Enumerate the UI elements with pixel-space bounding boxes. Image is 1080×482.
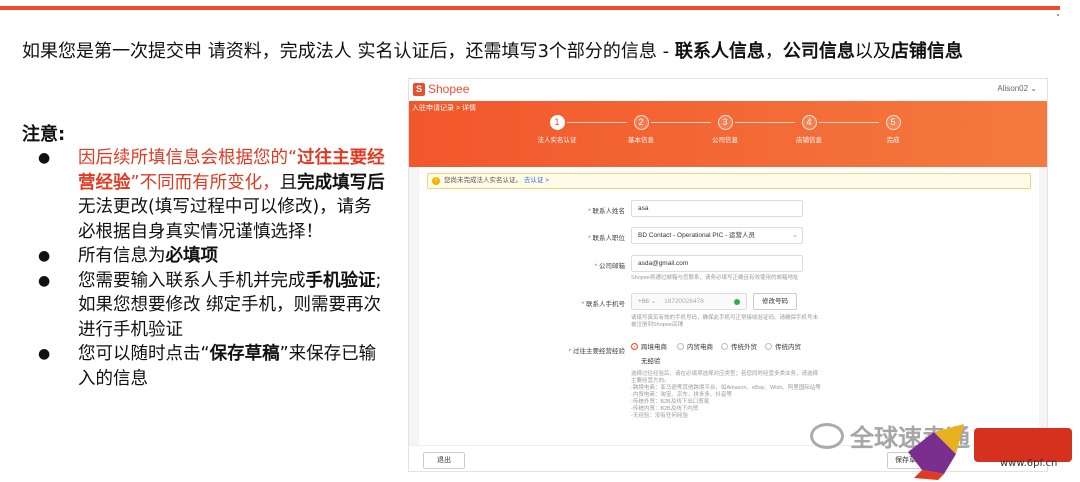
shopee-bag-icon: S [413,82,425,96]
desc-line: -跨境电商：亚马逊等其他跨境平台，如Amazon、eBay、Wish、阿里国际站… [631,385,821,391]
radio-no-experience[interactable]: 无经验 [631,355,661,365]
user-menu[interactable]: Alison02 ⌄ [997,84,1037,93]
note4-text: 您可以随时点击“ [78,344,210,364]
company-email-input[interactable]: asda@gmail.com [631,255,803,272]
stepper: 1 法人实名认证 2 基本信息 3 公司信息 4 店铺信息 5 完成 [527,115,901,155]
desc-line: -传统外贸：B2B及线下出口贸易 [631,399,710,405]
chevron-down-icon: ⌄ [792,232,798,239]
verification-warning: ! 您尚未完成法人实名认证。 去认证 > [427,173,1031,189]
desc-line: -内贸电商：淘宝、京东、拼多多、抖音等 [631,392,732,398]
headline-sep: ， [764,41,783,62]
note4-emphasis: 保存草稿 [209,344,280,364]
step-number: 5 [885,115,901,130]
note-item-4: ● 您可以随时点击“保存草稿”来保存已输入的信息 [36,342,386,391]
contact-position-label: * 联系人职位 [588,235,625,242]
notes-title: 注意: [22,124,66,145]
note1-text-2: ”不同而有所变化， [130,172,280,193]
warning-icon: ! [432,177,440,185]
step-2: 2 基本信息 [611,115,671,144]
phone-input[interactable]: +86 ⌄ 18720026478 [631,293,747,310]
step-3: 3 公司信息 [695,115,755,144]
shopee-header: S Shopee Alison02 ⌄ [409,79,1047,101]
warning-text: 您尚未完成法人实名认证。 [444,177,522,184]
page-headline: 如果您是第一次提交申 请资料，完成法人 实名认证后，还需填写3个部分的信息 - … [22,38,1062,65]
step-label: 店铺信息 [796,137,822,144]
step-number: 2 [633,115,649,130]
step-number: 4 [801,115,817,130]
corner-mark [1057,14,1059,16]
email-hint: Shopee将通过邮箱与您联系，请务必填写正确且有效使用的邮箱地址 [631,275,799,281]
progress-banner: 入驻申请记录 > 详情 1 法人实名认证 2 基本信息 3 公司信息 4 店铺信… [409,101,1047,167]
wechat-icon [810,422,844,449]
step-label: 基本信息 [628,137,654,144]
radio-dot [765,342,772,350]
phone-value: 18720026478 [664,298,704,305]
experience-label: * 过往主要经营经验 [568,348,625,355]
headline-company: 公司信息 [782,41,855,62]
radio-dot [631,342,638,350]
note1-text-4: 无法更改(填写过程中可以修改)，请务必根据自身真实情况谨慎选择！ [78,197,372,242]
step-1: 1 法人实名认证 [527,115,587,144]
radio-dot [721,342,728,350]
phone-hint: 请填写真实有效的手机号码，确保此手机可正常接收验证码。请确保手机号未被注册到Sh… [631,315,819,328]
contact-position-select[interactable]: BD Contact - Operational PIC - 运营人员 ⌄ [631,227,803,244]
desc-line: 选择过往经验后，请在必填项选择对应类型；若您同时经营多类业务，请选择主要经营方向… [631,371,819,384]
note2-emphasis: 必填项 [165,246,219,266]
change-phone-button[interactable]: 修改号码 [753,293,797,310]
watermark-logo [908,424,1072,480]
step-label: 完成 [886,137,900,144]
phone-label: * 联系人手机号 [581,301,625,308]
breadcrumb[interactable]: 入驻申请记录 > 详情 [412,103,476,113]
radio-trad-domestic[interactable]: 传统内贸 [765,341,801,351]
note1-emphasis-2: 完成填写后 [297,172,385,193]
headline-and: 以及 [854,41,891,62]
experience-desc: 选择过往经验后，请在必填项选择对应类型；若您同时经营多类业务，请选择主要经营方向… [631,371,821,420]
top-accent-rule [0,6,1060,10]
position-value: BD Contact - Operational PIC - 运营人员 [638,232,756,239]
verify-link[interactable]: 去认证 > [524,177,549,184]
radio-dot [677,342,684,350]
note-item-3: ● 您需要输入联系人手机并完成手机验证;如果您想要修改 绑定手机，则需要再次进行… [36,269,386,343]
note2-text: 所有信息为 [78,246,166,266]
step-label: 公司信息 [712,137,738,144]
bullet: ● [38,272,51,289]
bullet: ● [38,150,51,166]
radio-cross-border[interactable]: 跨境电商 [631,341,667,351]
radio-domestic-ecom[interactable]: 内贸电商 [677,341,713,351]
headline-contact: 联系人信息 [674,41,765,62]
step-label: 法人实名认证 [537,137,577,144]
embedded-screenshot: S Shopee Alison02 ⌄ 入驻申请记录 > 详情 1 法人实名认证… [408,78,1048,472]
note-item-2: ● 所有信息为必填项 [36,244,386,269]
note1-text: 因后续所填信息会根据您的“ [78,148,298,168]
notes-list: ● 因后续所填信息会根据您的“过往主要经营经验”不同而有所变化，且完成填写后无法… [36,146,386,391]
shopee-logo-text: Shopee [428,82,470,96]
radio-trad-export[interactable]: 传统外贸 [721,341,757,351]
step-4: 4 店铺信息 [779,115,839,144]
desc-line: -无经验：没有任何经验 [631,413,688,419]
verified-check-icon [734,299,740,305]
shopee-logo[interactable]: S Shopee [413,82,469,96]
company-email-label: * 公司邮箱 [594,263,625,270]
contact-name-input[interactable]: asa [631,200,803,217]
country-code: +86 ⌄ [638,298,657,305]
note1-text-3: 且 [279,172,298,193]
step-5: 5 完成 [863,115,923,144]
watermark-url: www.6pf.cn [1000,458,1058,469]
note3-emphasis: 手机验证 [305,270,376,291]
note-item-1: ● 因后续所填信息会根据您的“过往主要经营经验”不同而有所变化，且完成填写后无法… [36,146,386,244]
desc-line: -传统内贸：B2B及线下内贸 [631,406,699,412]
step-number: 3 [717,115,733,130]
headline-store: 店铺信息 [890,41,963,62]
radio-dot [631,357,638,364]
bullet: ● [38,346,51,362]
headline-text: 如果您是第一次提交申 请资料，完成法人 实名认证后，还需填写3个部分的信息 - [22,41,675,62]
exit-button[interactable]: 退出 [423,452,465,469]
contact-name-label: * 联系人姓名 [588,208,625,215]
note3-text: 您需要输入联系人手机并完成 [78,270,306,291]
step-number: 1 [549,115,565,130]
bullet: ● [38,248,51,264]
